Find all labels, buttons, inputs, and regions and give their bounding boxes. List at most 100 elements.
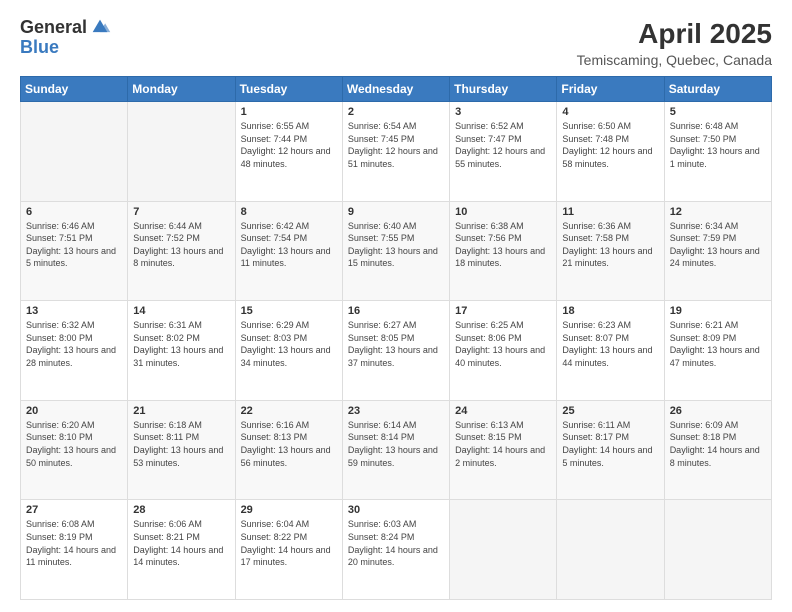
day-number: 13 [26,305,122,317]
calendar-cell: 29 Sunrise: 6:04 AMSunset: 8:22 PMDayligh… [235,500,342,600]
calendar-cell: 14Sunrise: 6:31 AMSunset: 8:02 PMDayligh… [128,301,235,401]
day-info: Sunrise: 6:21 AMSunset: 8:09 PMDaylight:… [670,319,766,369]
calendar-cell: 11 Sunrise: 6:36 AMSunset: 7:58 PMDayligh… [557,201,664,301]
day-info: Sunrise: 6:04 AMSunset: 8:22 PMDaylight:… [241,518,337,568]
day-number: 6 [26,206,122,218]
weekday-header: Friday [557,77,664,102]
day-info: Sunrise: 6:14 AMSunset: 8:14 PMDaylight:… [348,419,444,469]
weekday-header: Sunday [21,77,128,102]
calendar-cell: 24 Sunrise: 6:13 AMSunset: 8:15 PMDayligh… [450,400,557,500]
calendar-cell: 5Sunrise: 6:48 AMSunset: 7:50 PMDaylight… [664,102,771,202]
subtitle: Temiscaming, Quebec, Canada [577,52,772,68]
logo-text: General Blue [20,18,111,58]
calendar-cell: 25Sunrise: 6:11 AMSunset: 8:17 PMDayligh… [557,400,664,500]
calendar-cell: 18 Sunrise: 6:23 AMSunset: 8:07 PMDayligh… [557,301,664,401]
day-info: Sunrise: 6:08 AMSunset: 8:19 PMDaylight:… [26,518,122,568]
day-number: 1 [241,106,337,118]
logo: General Blue [20,18,111,58]
calendar-cell [21,102,128,202]
day-info: Sunrise: 6:55 AMSunset: 7:44 PMDaylight:… [241,120,337,170]
logo-blue: Blue [20,38,111,58]
calendar-cell: 16 Sunrise: 6:27 AMSunset: 8:05 PMDayligh… [342,301,449,401]
calendar-cell: 20 Sunrise: 6:20 AMSunset: 8:10 PMDayligh… [21,400,128,500]
day-number: 23 [348,405,444,417]
day-number: 21 [133,405,229,417]
calendar-cell: 6Sunrise: 6:46 AMSunset: 7:51 PMDaylight… [21,201,128,301]
calendar-cell: 17 Sunrise: 6:25 AMSunset: 8:06 PMDayligh… [450,301,557,401]
day-info: Sunrise: 6:38 AMSunset: 7:56 PMDaylight:… [455,220,551,270]
day-number: 18 [562,305,658,317]
calendar-cell [664,500,771,600]
day-number: 10 [455,206,551,218]
day-number: 16 [348,305,444,317]
day-number: 9 [348,206,444,218]
logo-general: General [20,18,87,38]
calendar-week-row: 1 Sunrise: 6:55 AMSunset: 7:44 PMDaylight… [21,102,772,202]
day-number: 12 [670,206,766,218]
weekday-header: Wednesday [342,77,449,102]
calendar-cell: 13 Sunrise: 6:32 AMSunset: 8:00 PMDayligh… [21,301,128,401]
title-block: April 2025 Temiscaming, Quebec, Canada [577,18,772,68]
weekday-header: Monday [128,77,235,102]
calendar-cell: 12 Sunrise: 6:34 AMSunset: 7:59 PMDayligh… [664,201,771,301]
calendar-cell: 27Sunrise: 6:08 AMSunset: 8:19 PMDayligh… [21,500,128,600]
calendar-cell: 8 Sunrise: 6:42 AMSunset: 7:54 PMDaylight… [235,201,342,301]
day-info: Sunrise: 6:50 AMSunset: 7:48 PMDaylight:… [562,120,658,170]
day-info: Sunrise: 6:29 AMSunset: 8:03 PMDaylight:… [241,319,337,369]
calendar-cell: 23 Sunrise: 6:14 AMSunset: 8:14 PMDayligh… [342,400,449,500]
day-number: 7 [133,206,229,218]
calendar-week-row: 27Sunrise: 6:08 AMSunset: 8:19 PMDayligh… [21,500,772,600]
calendar-cell: 4 Sunrise: 6:50 AMSunset: 7:48 PMDaylight… [557,102,664,202]
main-title: April 2025 [577,18,772,50]
day-number: 28 [133,504,229,516]
day-number: 26 [670,405,766,417]
calendar-cell [557,500,664,600]
day-info: Sunrise: 6:34 AMSunset: 7:59 PMDaylight:… [670,220,766,270]
calendar-header-row: SundayMondayTuesdayWednesdayThursdayFrid… [21,77,772,102]
day-info: Sunrise: 6:42 AMSunset: 7:54 PMDaylight:… [241,220,337,270]
day-number: 8 [241,206,337,218]
day-number: 29 [241,504,337,516]
calendar-week-row: 20 Sunrise: 6:20 AMSunset: 8:10 PMDayligh… [21,400,772,500]
calendar-cell: 10 Sunrise: 6:38 AMSunset: 7:56 PMDayligh… [450,201,557,301]
calendar-cell: 15Sunrise: 6:29 AMSunset: 8:03 PMDayligh… [235,301,342,401]
day-number: 4 [562,106,658,118]
day-info: Sunrise: 6:36 AMSunset: 7:58 PMDaylight:… [562,220,658,270]
day-number: 3 [455,106,551,118]
day-info: Sunrise: 6:40 AMSunset: 7:55 PMDaylight:… [348,220,444,270]
calendar-cell: 3 Sunrise: 6:52 AMSunset: 7:47 PMDaylight… [450,102,557,202]
day-info: Sunrise: 6:18 AMSunset: 8:11 PMDaylight:… [133,419,229,469]
calendar-cell: 1 Sunrise: 6:55 AMSunset: 7:44 PMDaylight… [235,102,342,202]
calendar-cell [450,500,557,600]
weekday-header: Saturday [664,77,771,102]
day-info: Sunrise: 6:54 AMSunset: 7:45 PMDaylight:… [348,120,444,170]
day-number: 30 [348,504,444,516]
calendar-cell: 7 Sunrise: 6:44 AMSunset: 7:52 PMDaylight… [128,201,235,301]
logo-icon [89,16,111,38]
day-info: Sunrise: 6:52 AMSunset: 7:47 PMDaylight:… [455,120,551,170]
day-info: Sunrise: 6:16 AMSunset: 8:13 PMDaylight:… [241,419,337,469]
weekday-header: Thursday [450,77,557,102]
day-info: Sunrise: 6:32 AMSunset: 8:00 PMDaylight:… [26,319,122,369]
day-number: 17 [455,305,551,317]
calendar-cell: 9 Sunrise: 6:40 AMSunset: 7:55 PMDaylight… [342,201,449,301]
day-info: Sunrise: 6:20 AMSunset: 8:10 PMDaylight:… [26,419,122,469]
day-number: 11 [562,206,658,218]
day-number: 5 [670,106,766,118]
day-number: 19 [670,305,766,317]
day-info: Sunrise: 6:27 AMSunset: 8:05 PMDaylight:… [348,319,444,369]
day-number: 24 [455,405,551,417]
day-number: 20 [26,405,122,417]
day-info: Sunrise: 6:25 AMSunset: 8:06 PMDaylight:… [455,319,551,369]
calendar-table: SundayMondayTuesdayWednesdayThursdayFrid… [20,76,772,600]
page: General Blue April 2025 Temiscaming, Que… [0,0,792,612]
day-info: Sunrise: 6:03 AMSunset: 8:24 PMDaylight:… [348,518,444,568]
day-info: Sunrise: 6:23 AMSunset: 8:07 PMDaylight:… [562,319,658,369]
calendar-cell: 2Sunrise: 6:54 AMSunset: 7:45 PMDaylight… [342,102,449,202]
day-number: 14 [133,305,229,317]
calendar-cell: 21 Sunrise: 6:18 AMSunset: 8:11 PMDayligh… [128,400,235,500]
day-info: Sunrise: 6:13 AMSunset: 8:15 PMDaylight:… [455,419,551,469]
day-info: Sunrise: 6:44 AMSunset: 7:52 PMDaylight:… [133,220,229,270]
day-number: 25 [562,405,658,417]
calendar-cell: 28Sunrise: 6:06 AMSunset: 8:21 PMDayligh… [128,500,235,600]
